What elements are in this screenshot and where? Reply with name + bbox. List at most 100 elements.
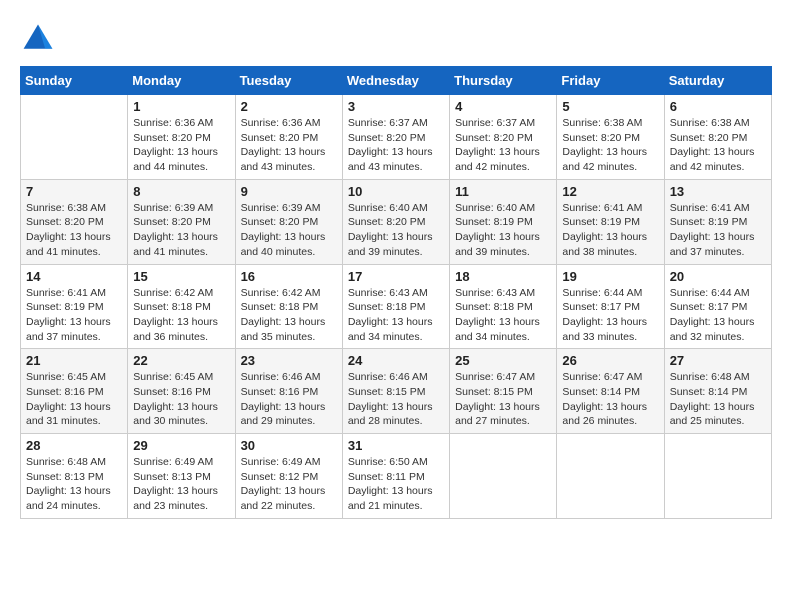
day-info: Sunrise: 6:47 AM Sunset: 8:14 PM Dayligh…: [562, 370, 658, 429]
day-info: Sunrise: 6:46 AM Sunset: 8:15 PM Dayligh…: [348, 370, 444, 429]
calendar-week-row: 28 Sunrise: 6:48 AM Sunset: 8:13 PM Dayli…: [21, 434, 772, 519]
calendar-cell: 10 Sunrise: 6:40 AM Sunset: 8:20 PM Dayli…: [342, 179, 449, 264]
day-number: 15: [133, 269, 229, 284]
day-info: Sunrise: 6:41 AM Sunset: 8:19 PM Dayligh…: [670, 201, 766, 260]
calendar-cell: 28 Sunrise: 6:48 AM Sunset: 8:13 PM Dayli…: [21, 434, 128, 519]
day-number: 4: [455, 99, 551, 114]
day-info: Sunrise: 6:45 AM Sunset: 8:16 PM Dayligh…: [26, 370, 122, 429]
calendar-cell: 9 Sunrise: 6:39 AM Sunset: 8:20 PM Daylig…: [235, 179, 342, 264]
day-info: Sunrise: 6:41 AM Sunset: 8:19 PM Dayligh…: [26, 286, 122, 345]
calendar-cell: [21, 95, 128, 180]
calendar-cell: [664, 434, 771, 519]
day-number: 2: [241, 99, 337, 114]
day-number: 26: [562, 353, 658, 368]
day-info: Sunrise: 6:46 AM Sunset: 8:16 PM Dayligh…: [241, 370, 337, 429]
day-info: Sunrise: 6:36 AM Sunset: 8:20 PM Dayligh…: [133, 116, 229, 175]
calendar-cell: 15 Sunrise: 6:42 AM Sunset: 8:18 PM Dayli…: [128, 264, 235, 349]
day-number: 30: [241, 438, 337, 453]
calendar-cell: 13 Sunrise: 6:41 AM Sunset: 8:19 PM Dayli…: [664, 179, 771, 264]
day-number: 19: [562, 269, 658, 284]
day-number: 10: [348, 184, 444, 199]
day-number: 6: [670, 99, 766, 114]
calendar-cell: 25 Sunrise: 6:47 AM Sunset: 8:15 PM Dayli…: [450, 349, 557, 434]
day-info: Sunrise: 6:40 AM Sunset: 8:20 PM Dayligh…: [348, 201, 444, 260]
calendar-week-row: 7 Sunrise: 6:38 AM Sunset: 8:20 PM Daylig…: [21, 179, 772, 264]
day-number: 11: [455, 184, 551, 199]
day-number: 28: [26, 438, 122, 453]
logo-icon: [20, 20, 56, 56]
day-info: Sunrise: 6:36 AM Sunset: 8:20 PM Dayligh…: [241, 116, 337, 175]
day-info: Sunrise: 6:43 AM Sunset: 8:18 PM Dayligh…: [455, 286, 551, 345]
weekday-header-monday: Monday: [128, 67, 235, 95]
day-number: 7: [26, 184, 122, 199]
day-number: 21: [26, 353, 122, 368]
weekday-header-saturday: Saturday: [664, 67, 771, 95]
day-number: 25: [455, 353, 551, 368]
day-number: 14: [26, 269, 122, 284]
calendar-cell: 4 Sunrise: 6:37 AM Sunset: 8:20 PM Daylig…: [450, 95, 557, 180]
day-info: Sunrise: 6:38 AM Sunset: 8:20 PM Dayligh…: [562, 116, 658, 175]
calendar-cell: 14 Sunrise: 6:41 AM Sunset: 8:19 PM Dayli…: [21, 264, 128, 349]
day-info: Sunrise: 6:37 AM Sunset: 8:20 PM Dayligh…: [455, 116, 551, 175]
calendar-week-row: 21 Sunrise: 6:45 AM Sunset: 8:16 PM Dayli…: [21, 349, 772, 434]
day-number: 31: [348, 438, 444, 453]
calendar-cell: 23 Sunrise: 6:46 AM Sunset: 8:16 PM Dayli…: [235, 349, 342, 434]
calendar-cell: 16Sunrise: 6:42 AM Sunset: 8:18 PM Dayli…: [235, 264, 342, 349]
calendar-cell: [557, 434, 664, 519]
day-number: 13: [670, 184, 766, 199]
day-number: 27: [670, 353, 766, 368]
day-info: Sunrise: 6:37 AM Sunset: 8:20 PM Dayligh…: [348, 116, 444, 175]
day-number: 16: [241, 269, 337, 284]
day-number: 8: [133, 184, 229, 199]
day-number: 12: [562, 184, 658, 199]
day-number: 5: [562, 99, 658, 114]
day-info: Sunrise: 6:49 AM Sunset: 8:13 PM Dayligh…: [133, 455, 229, 514]
calendar-cell: 24Sunrise: 6:46 AM Sunset: 8:15 PM Dayli…: [342, 349, 449, 434]
day-info: Sunrise: 6:48 AM Sunset: 8:14 PM Dayligh…: [670, 370, 766, 429]
weekday-header-row: SundayMondayTuesdayWednesdayThursdayFrid…: [21, 67, 772, 95]
calendar-cell: 8 Sunrise: 6:39 AM Sunset: 8:20 PM Daylig…: [128, 179, 235, 264]
day-number: 9: [241, 184, 337, 199]
day-number: 23: [241, 353, 337, 368]
day-number: 29: [133, 438, 229, 453]
day-info: Sunrise: 6:39 AM Sunset: 8:20 PM Dayligh…: [133, 201, 229, 260]
calendar-cell: 2 Sunrise: 6:36 AM Sunset: 8:20 PM Daylig…: [235, 95, 342, 180]
page-header: [20, 20, 772, 56]
day-info: Sunrise: 6:45 AM Sunset: 8:16 PM Dayligh…: [133, 370, 229, 429]
day-info: Sunrise: 6:48 AM Sunset: 8:13 PM Dayligh…: [26, 455, 122, 514]
weekday-header-tuesday: Tuesday: [235, 67, 342, 95]
day-number: 20: [670, 269, 766, 284]
calendar-cell: 7 Sunrise: 6:38 AM Sunset: 8:20 PM Daylig…: [21, 179, 128, 264]
logo: [20, 20, 60, 56]
day-number: 18: [455, 269, 551, 284]
day-info: Sunrise: 6:47 AM Sunset: 8:15 PM Dayligh…: [455, 370, 551, 429]
calendar-cell: 11 Sunrise: 6:40 AM Sunset: 8:19 PM Dayli…: [450, 179, 557, 264]
day-info: Sunrise: 6:44 AM Sunset: 8:17 PM Dayligh…: [670, 286, 766, 345]
calendar-cell: 6Sunrise: 6:38 AM Sunset: 8:20 PM Daylig…: [664, 95, 771, 180]
calendar-cell: 26 Sunrise: 6:47 AM Sunset: 8:14 PM Dayli…: [557, 349, 664, 434]
weekday-header-friday: Friday: [557, 67, 664, 95]
calendar-cell: 1 Sunrise: 6:36 AM Sunset: 8:20 PM Daylig…: [128, 95, 235, 180]
calendar-cell: 27 Sunrise: 6:48 AM Sunset: 8:14 PM Dayli…: [664, 349, 771, 434]
calendar-cell: 5 Sunrise: 6:38 AM Sunset: 8:20 PM Daylig…: [557, 95, 664, 180]
calendar-cell: 30Sunrise: 6:49 AM Sunset: 8:12 PM Dayli…: [235, 434, 342, 519]
weekday-header-thursday: Thursday: [450, 67, 557, 95]
weekday-header-wednesday: Wednesday: [342, 67, 449, 95]
calendar-cell: [450, 434, 557, 519]
day-number: 22: [133, 353, 229, 368]
day-number: 1: [133, 99, 229, 114]
calendar-cell: 29 Sunrise: 6:49 AM Sunset: 8:13 PM Dayli…: [128, 434, 235, 519]
calendar-cell: 21 Sunrise: 6:45 AM Sunset: 8:16 PM Dayli…: [21, 349, 128, 434]
calendar-cell: 19 Sunrise: 6:44 AM Sunset: 8:17 PM Dayli…: [557, 264, 664, 349]
day-info: Sunrise: 6:39 AM Sunset: 8:20 PM Dayligh…: [241, 201, 337, 260]
calendar-cell: 22 Sunrise: 6:45 AM Sunset: 8:16 PM Dayli…: [128, 349, 235, 434]
day-info: Sunrise: 6:44 AM Sunset: 8:17 PM Dayligh…: [562, 286, 658, 345]
day-info: Sunrise: 6:41 AM Sunset: 8:19 PM Dayligh…: [562, 201, 658, 260]
calendar-cell: 18 Sunrise: 6:43 AM Sunset: 8:18 PM Dayli…: [450, 264, 557, 349]
calendar-week-row: 1 Sunrise: 6:36 AM Sunset: 8:20 PM Daylig…: [21, 95, 772, 180]
day-info: Sunrise: 6:38 AM Sunset: 8:20 PM Dayligh…: [26, 201, 122, 260]
day-info: Sunrise: 6:40 AM Sunset: 8:19 PM Dayligh…: [455, 201, 551, 260]
calendar-table: SundayMondayTuesdayWednesdayThursdayFrid…: [20, 66, 772, 519]
day-info: Sunrise: 6:42 AM Sunset: 8:18 PM Dayligh…: [133, 286, 229, 345]
calendar-week-row: 14 Sunrise: 6:41 AM Sunset: 8:19 PM Dayli…: [21, 264, 772, 349]
